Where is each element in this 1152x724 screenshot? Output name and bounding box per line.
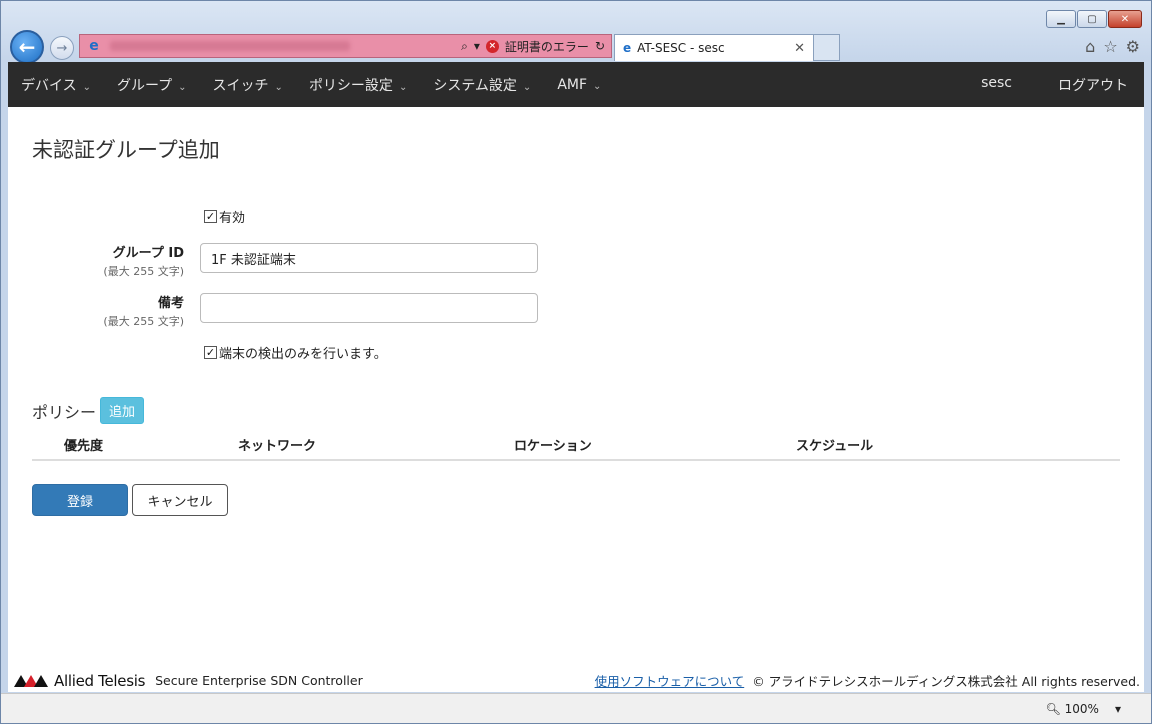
new-tab-button[interactable] bbox=[814, 34, 840, 61]
group-id-input[interactable] bbox=[200, 243, 538, 273]
group-id-hint: (最大 255 文字) bbox=[103, 265, 184, 278]
minimize-button[interactable]: ▁ bbox=[1046, 10, 1076, 28]
column-network[interactable]: ネットワーク bbox=[238, 435, 316, 454]
refresh-icon[interactable]: ↻ bbox=[595, 39, 605, 53]
nav-right: sesc ログアウト bbox=[965, 75, 1144, 95]
nav-logout[interactable]: ログアウト bbox=[1042, 75, 1144, 95]
column-location[interactable]: ロケーション bbox=[514, 435, 592, 454]
zoom-level: 100% bbox=[1064, 701, 1099, 716]
cert-error-label[interactable]: 証明書のエラー bbox=[505, 38, 589, 55]
column-schedule[interactable]: スケジュール bbox=[796, 435, 873, 454]
nav-user[interactable]: sesc bbox=[965, 75, 1028, 95]
remarks-label: 備考 (最大 255 文字) bbox=[8, 292, 184, 329]
browser-tab[interactable]: e AT-SESC - sesc ✕ bbox=[614, 34, 814, 61]
software-info-link[interactable]: 使用ソフトウェアについて bbox=[595, 671, 745, 690]
column-priority[interactable]: 優先度 bbox=[64, 435, 103, 454]
enabled-checkbox-row[interactable]: ✓ 有効 bbox=[204, 207, 245, 226]
chevron-down-icon: ⌄ bbox=[82, 81, 91, 93]
cert-error-icon[interactable]: × bbox=[485, 39, 499, 53]
cancel-button[interactable]: キャンセル bbox=[132, 484, 228, 516]
main-content: 未認証グループ追加 ✓ 有効 グループ ID (最大 255 文字) 備考 (最… bbox=[8, 107, 1144, 692]
enabled-label: 有効 bbox=[219, 211, 246, 226]
chevron-down-icon: ⌄ bbox=[274, 81, 283, 93]
enabled-checkbox[interactable]: ✓ bbox=[204, 210, 217, 223]
zoom-dropdown-icon[interactable]: ▾ bbox=[1115, 702, 1121, 716]
address-bar[interactable]: e ⌕ ▾ × 証明書のエラー ↻ bbox=[79, 34, 612, 58]
chevron-down-icon: ⌄ bbox=[593, 80, 602, 92]
group-id-label: グループ ID (最大 255 文字) bbox=[8, 242, 184, 279]
tab-ie-icon: e bbox=[623, 41, 632, 55]
status-bar: 🔍︎ 100% ▾ bbox=[1, 693, 1151, 723]
allied-telesis-logo: Allied Telesis bbox=[14, 672, 145, 690]
nav-system-settings[interactable]: システム設定 ⌄ bbox=[420, 75, 544, 95]
tab-title: AT-SESC - sesc bbox=[637, 41, 725, 55]
submit-button[interactable]: 登録 bbox=[32, 484, 128, 516]
nav-switches[interactable]: スイッチ ⌄ bbox=[200, 75, 296, 95]
window-controls: ▁ ▢ ✕ bbox=[1046, 10, 1142, 28]
address-url-blurred[interactable] bbox=[110, 41, 350, 51]
zoom-icon: 🔍︎ bbox=[1045, 701, 1061, 716]
nav-policy-settings[interactable]: ポリシー設定 ⌄ bbox=[296, 75, 420, 95]
main-navbar: デバイス ⌄ グループ ⌄ スイッチ ⌄ ポリシー設定 ⌄ システム設定 ⌄ AMF ⌄ s… bbox=[8, 62, 1144, 107]
group-id-label-text: グループ ID bbox=[112, 246, 184, 261]
address-tools: ⌕ ▾ × 証明書のエラー ↻ bbox=[461, 38, 611, 55]
favorites-star-icon[interactable]: ☆ bbox=[1103, 37, 1117, 56]
search-icon[interactable]: ⌕ bbox=[461, 39, 468, 54]
copyright: © アライドテレシスホールディングス株式会社 All rights reserv… bbox=[752, 674, 1140, 689]
detect-only-checkbox[interactable]: ✓ bbox=[204, 346, 217, 359]
home-icon[interactable]: ⌂ bbox=[1085, 37, 1095, 56]
chevron-down-icon: ⌄ bbox=[178, 81, 187, 93]
detect-only-label: 端末の検出のみを行います。 bbox=[219, 347, 387, 362]
ie-page-icon: e bbox=[89, 38, 99, 54]
tab-close-icon[interactable]: ✕ bbox=[794, 41, 805, 56]
brand-name: Allied Telesis bbox=[54, 671, 146, 690]
add-policy-button[interactable]: 追加 bbox=[100, 397, 145, 424]
footer-right: 使用ソフトウェアについて © アライドテレシスホールディングス株式会社 All … bbox=[595, 671, 1140, 690]
nav-amf[interactable]: AMF ⌄ bbox=[544, 77, 614, 93]
maximize-button[interactable]: ▢ bbox=[1077, 10, 1107, 28]
logo-mark-icon bbox=[14, 674, 50, 687]
detect-only-checkbox-row[interactable]: ✓ 端末の検出のみを行います。 bbox=[204, 343, 387, 362]
remarks-label-text: 備考 bbox=[157, 296, 184, 311]
policy-section-header: ポリシー 追加 bbox=[32, 397, 145, 424]
close-window-button[interactable]: ✕ bbox=[1108, 10, 1142, 28]
browser-tools: ⌂ ☆ ⚙ bbox=[1085, 37, 1140, 56]
back-button[interactable]: ← bbox=[10, 30, 44, 64]
chevron-down-icon: ⌄ bbox=[522, 81, 532, 93]
product-name: Secure Enterprise SDN Controller bbox=[155, 673, 363, 688]
zoom-control[interactable]: 🔍︎ 100% bbox=[1046, 702, 1099, 716]
policy-title: ポリシー bbox=[32, 402, 97, 422]
nav-devices[interactable]: デバイス ⌄ bbox=[8, 75, 104, 95]
forward-button[interactable]: → bbox=[50, 36, 74, 60]
chevron-down-icon: ⌄ bbox=[398, 81, 408, 93]
dropdown-icon[interactable]: ▾ bbox=[474, 39, 480, 53]
page-title: 未認証グループ追加 bbox=[32, 138, 220, 162]
remarks-input[interactable] bbox=[200, 293, 538, 323]
remarks-hint: (最大 255 文字) bbox=[103, 315, 184, 328]
gear-icon[interactable]: ⚙ bbox=[1126, 37, 1140, 56]
nav-groups[interactable]: グループ ⌄ bbox=[104, 75, 200, 95]
page-footer: Allied Telesis Secure Enterprise SDN Con… bbox=[8, 669, 1144, 692]
policy-table-header: 優先度 ネットワーク ロケーション スケジュール bbox=[32, 431, 1120, 461]
